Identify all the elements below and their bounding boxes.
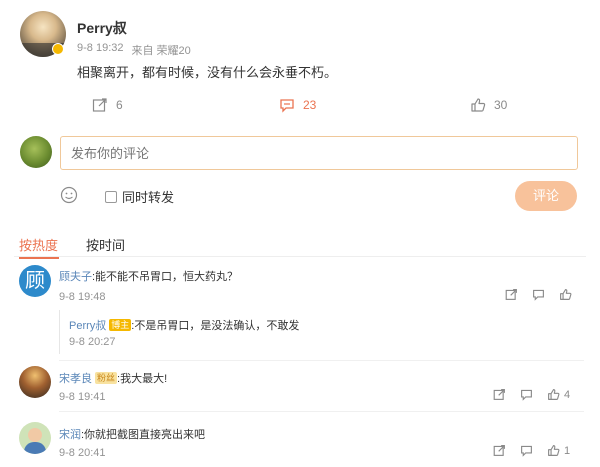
comment-icon[interactable]: [520, 444, 533, 457]
post-source: 来自 荣耀20: [131, 45, 191, 57]
post-author-name[interactable]: Perry叔: [77, 18, 127, 38]
repost-checkbox-text: 同时转发: [122, 190, 175, 205]
thumbs-up-icon: [548, 445, 560, 456]
comment-text: :能不能不吊胃口，恒大药丸？: [92, 271, 239, 283]
comment-icon[interactable]: [520, 388, 533, 401]
repost-icon[interactable]: [493, 388, 506, 401]
emoji-icon: [60, 186, 78, 204]
comment-like-button[interactable]: 1: [547, 444, 570, 457]
comment-time: 9-8 19:48: [59, 291, 106, 303]
reply-author[interactable]: Perry叔: [69, 317, 106, 333]
like-count: 30: [494, 98, 508, 112]
current-user-avatar: [20, 136, 52, 168]
comment-text: :我大最大!: [117, 373, 168, 385]
thumbs-up-icon[interactable]: [559, 288, 572, 301]
comment-actions: 4: [493, 388, 570, 401]
repost-icon[interactable]: [493, 444, 506, 457]
comment-text: :你就把截图直接亮出来吧: [81, 429, 206, 441]
avatar-glyph: 顾: [25, 270, 45, 292]
author-badge: 博主: [109, 319, 132, 331]
comment-divider: [59, 411, 584, 412]
emoji-button[interactable]: [60, 186, 78, 204]
comment-body: 宋润:你就把截图直接亮出来吧: [59, 426, 205, 442]
post-time[interactable]: 9-8 19:32: [77, 42, 123, 58]
comment-author[interactable]: 宋润: [59, 429, 81, 441]
comment-actions: 1: [493, 444, 570, 457]
comment-like-count: 1: [564, 444, 571, 457]
comment-time: 9-8 19:41: [59, 391, 106, 403]
repost-icon: [92, 98, 107, 112]
comment-author[interactable]: 顾夫子: [59, 271, 92, 283]
comment-count: 23: [303, 98, 317, 112]
comment-avatar[interactable]: 顾: [19, 265, 51, 297]
comment-icon[interactable]: [532, 288, 545, 301]
comment-icon: [280, 99, 294, 113]
comment-actions: [505, 288, 572, 301]
tabs-divider: [14, 256, 586, 257]
comment-divider: [59, 360, 584, 361]
comment-author[interactable]: 宋孝良: [59, 370, 92, 386]
comment-like-count: 4: [564, 388, 571, 401]
verified-badge-icon: [52, 43, 64, 55]
comment-input[interactable]: [60, 136, 578, 170]
comment-button[interactable]: 23: [279, 97, 316, 113]
tab-active-underline: [19, 257, 59, 259]
comment-avatar[interactable]: [19, 366, 51, 398]
reply-time: 9-8 20:27: [69, 336, 116, 348]
repost-count: 6: [116, 98, 123, 112]
post-meta: 9-8 19:32 来自 荣耀20: [77, 42, 191, 58]
fan-badge: 粉丝: [95, 372, 118, 384]
reply-text: :不是吊胃口，是没法确认，不敢发: [131, 320, 300, 332]
thumbs-up-icon: [471, 98, 486, 112]
tab-sort-time[interactable]: 按时间: [86, 235, 125, 254]
like-button[interactable]: 30: [470, 97, 507, 113]
comment-body: 顾夫子:能不能不吊胃口，恒大药丸？: [59, 268, 238, 284]
reply-body: Perry叔 博主 :不是吊胃口，是没法确认，不敢发: [69, 317, 299, 333]
repost-icon[interactable]: [505, 288, 518, 301]
submit-comment-button[interactable]: 评论: [515, 181, 577, 211]
comment-avatar[interactable]: [19, 422, 51, 454]
repost-checkbox-label[interactable]: 同时转发: [105, 187, 174, 206]
tab-sort-hot-label: 按热度: [19, 238, 59, 253]
post-text: 相聚离开，都有时候，没有什么会永垂不朽。: [77, 65, 338, 80]
comment-body: 宋孝良 粉丝 :我大最大!: [59, 370, 167, 386]
comment-like-button[interactable]: 4: [547, 388, 570, 401]
thumbs-up-icon: [548, 389, 560, 400]
repost-checkbox[interactable]: [105, 190, 117, 203]
comment-time: 9-8 20:41: [59, 447, 106, 459]
repost-button[interactable]: 6: [92, 97, 123, 113]
